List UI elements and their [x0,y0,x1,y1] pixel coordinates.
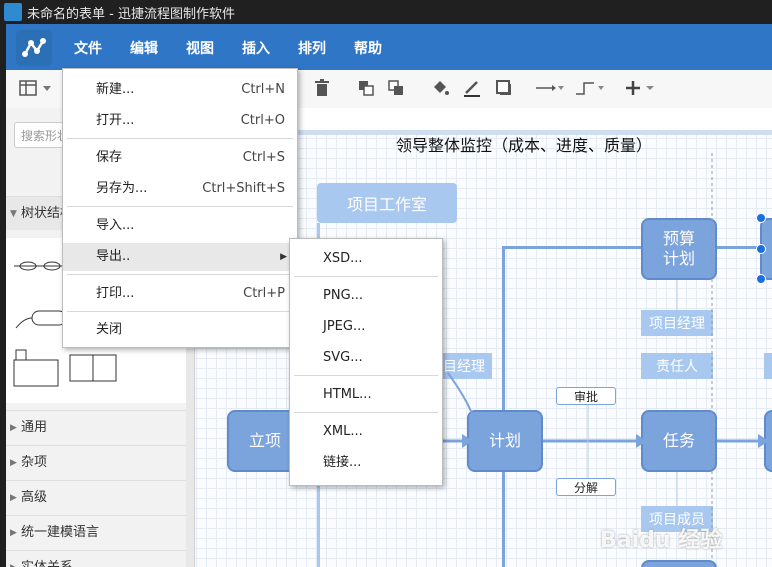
panel-layout-icon[interactable] [18,78,38,98]
export-svg[interactable]: SVG... [290,344,442,372]
menu-separator [67,274,293,275]
section-label: 高级 [21,490,48,505]
shadow-icon[interactable] [494,78,514,98]
connector-elbow-icon[interactable] [574,78,604,98]
menu-separator [67,311,293,312]
menu-view[interactable]: 视图 [186,38,214,58]
item-label: 另存为... [96,181,148,196]
menu-separator [294,412,438,413]
item-shortcut: Ctrl+Shift+S [202,181,285,196]
menu-item-close[interactable]: 关闭 [63,316,297,344]
file-menu: 新建... Ctrl+N 打开... Ctrl+O 保存 Ctrl+S 另存为... C… [62,68,298,348]
item-label: 新建... [96,82,135,97]
item-shortcut: Ctrl+O [240,113,285,128]
item-shortcut: Ctrl+P [243,286,285,301]
insert-plus-icon[interactable] [624,78,658,98]
item-label: PNG... [323,288,364,303]
item-label: HTML... [323,387,372,402]
menubar: 文件 编辑 视图 插入 排列 帮助 [6,24,772,70]
menu-item-import[interactable]: 导入... [63,212,297,240]
sidebar-section-misc[interactable]: ▶ 杂项 [6,445,186,479]
export-html[interactable]: HTML... [290,381,442,409]
chevron-down-icon[interactable] [42,78,52,98]
tree-shape-mindmap-icon[interactable] [14,254,66,278]
expand-right-icon: ▶ [10,528,17,538]
item-label: 导出.. [96,249,131,264]
expand-right-icon: ▶ [10,423,17,433]
label-approve[interactable]: 审批 [556,387,616,405]
window-title: 未命名的表单 - 迅捷流程图制作软件 [27,7,235,22]
expand-right-icon: ▶ [10,458,17,468]
menu-item-print[interactable]: 打印... Ctrl+P [63,280,297,308]
expand-right-icon: ▶ [10,493,17,503]
expand-down-icon: ▼ [10,209,17,219]
delete-icon[interactable] [312,78,332,98]
item-label: XML... [323,424,363,439]
submenu-arrow-icon: ▶ [280,252,287,262]
item-label: 打印... [96,286,135,301]
connector-straight-icon[interactable] [534,78,564,98]
item-label: SVG... [323,350,363,365]
menu-separator [294,276,438,277]
section-label: 杂项 [21,455,48,470]
expand-right-icon: ▶ [10,551,17,567]
fill-color-icon[interactable] [430,78,450,98]
export-jpeg[interactable]: JPEG... [290,313,442,341]
menu-item-save-as[interactable]: 另存为... Ctrl+Shift+S [63,175,297,203]
tree-shape-container-icon[interactable] [68,353,118,383]
export-xml[interactable]: XML... [290,418,442,446]
item-shortcut: Ctrl+S [242,150,285,165]
item-label: 链接... [323,455,362,470]
export-png[interactable]: PNG... [290,282,442,310]
logo-icon[interactable] [16,30,52,66]
window-titlebar: 未命名的表单 - 迅捷流程图制作软件 [0,0,772,24]
menu-item-open[interactable]: 打开... Ctrl+O [63,107,297,135]
export-submenu: XSD... PNG... JPEG... SVG... HTML... XML… [289,238,443,486]
menu-separator [67,206,293,207]
menu-item-new[interactable]: 新建... Ctrl+N [63,76,297,104]
menu-edit[interactable]: 编辑 [130,38,158,58]
section-label: 实体关系 [21,551,73,567]
sidebar-section-uml[interactable]: ▶ 统一建模语言 [6,515,186,549]
export-xsd[interactable]: XSD... [290,245,442,273]
menu-separator [294,375,438,376]
export-link[interactable]: 链接... [290,449,442,477]
menu-item-export[interactable]: 导出.. ▶ [63,243,297,271]
item-label: 导入... [96,218,135,233]
item-label: 打开... [96,113,135,128]
app-icon [4,3,22,21]
sidebar-section-advanced[interactable]: ▶ 高级 [6,480,186,514]
menu-item-save[interactable]: 保存 Ctrl+S [63,144,297,172]
menu-arrange[interactable]: 排列 [298,38,326,58]
menu-separator [67,138,293,139]
label-decompose[interactable]: 分解 [556,478,616,496]
to-front-icon[interactable] [356,78,376,98]
section-label: 统一建模语言 [21,525,100,540]
menu-insert[interactable]: 插入 [242,38,270,58]
logo-graph-icon [22,38,46,57]
watermark: Baidu 经验 [600,528,723,553]
node-bottom-partial[interactable] [641,560,717,567]
item-label: 保存 [96,150,123,165]
item-label: 关闭 [96,322,123,337]
to-back-icon[interactable] [386,78,406,98]
menu-help[interactable]: 帮助 [354,38,382,58]
sidebar-section-general[interactable]: ▶ 通用 [6,410,186,444]
tree-shape-subtree-icon[interactable] [12,348,60,388]
sidebar-section-er[interactable]: ▶实体关系 [6,550,186,567]
line-color-icon[interactable] [462,78,482,98]
tree-shape-subtopic-icon[interactable] [14,308,68,330]
menu-file[interactable]: 文件 [74,38,102,58]
section-label: 通用 [21,420,48,435]
item-label: XSD... [323,251,363,266]
item-label: JPEG... [323,319,366,334]
item-shortcut: Ctrl+N [241,82,285,97]
